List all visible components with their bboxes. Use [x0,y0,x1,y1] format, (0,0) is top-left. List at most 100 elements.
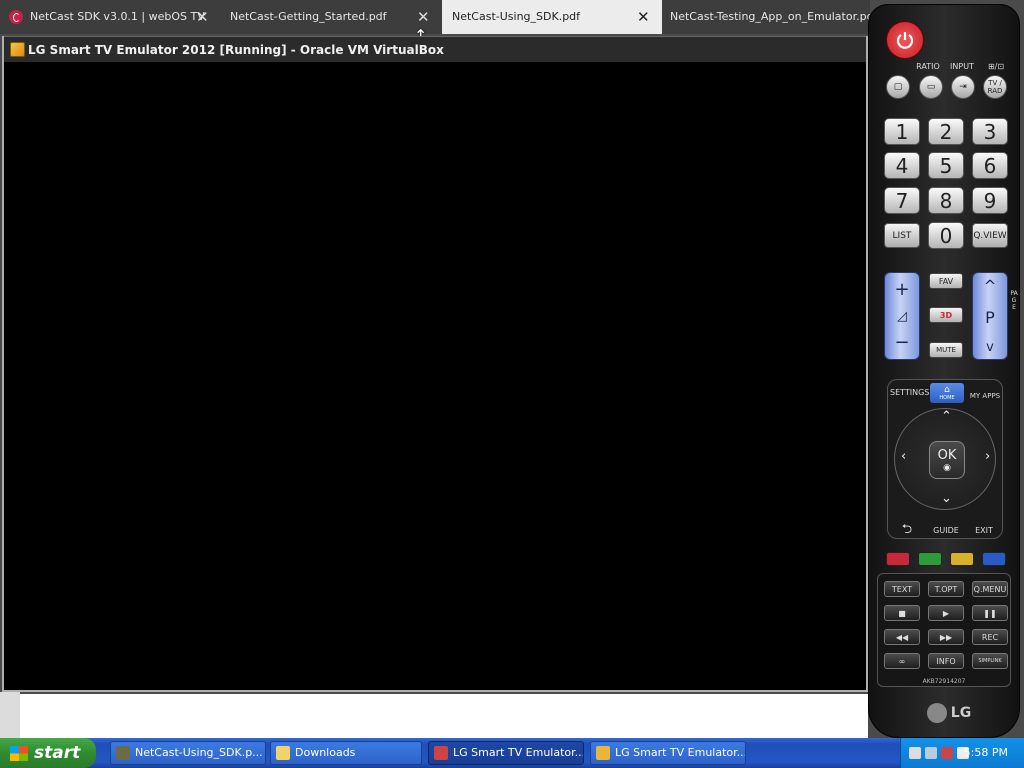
start-label: start [34,743,81,763]
left-strip [0,692,20,738]
down-arrow-icon[interactable]: ⌄ [941,491,952,506]
home-button[interactable]: ⌂ HOME [930,383,964,403]
browser-tab-bar: NetCast SDK v3.0.1 | webOS TV ✕ NetCast-… [0,0,870,34]
ratio-label: RATIO [916,62,940,71]
lg-logo: LG [919,701,979,725]
task-netcast-pdf[interactable]: NetCast-Using_SDK.p... [110,741,266,765]
num-6-button[interactable]: 6 [972,152,1008,179]
stop-button[interactable]: ■ [884,605,920,621]
tv-screen[interactable] [4,62,866,690]
red-button[interactable] [886,552,910,566]
start-button[interactable]: start [0,738,96,768]
keyboard-icon[interactable] [909,747,921,759]
input-label: INPUT [950,62,974,71]
task-lg-emulator-2[interactable]: LG Smart TV Emulator... [590,741,746,765]
tab-netcast-sdk[interactable]: NetCast SDK v3.0.1 | webOS TV ✕ [0,0,218,34]
num-3-button[interactable]: 3 [972,118,1008,145]
list-button[interactable]: LIST [884,223,920,248]
tab-getting-started[interactable]: NetCast-Getting_Started.pdf ✕ [220,0,440,34]
tray-arrow-icon[interactable] [925,747,937,759]
virtualbox-window[interactable]: LG Smart TV Emulator 2012 [Running] - Or… [2,36,868,692]
num-7-button[interactable]: 7 [884,187,920,214]
green-button[interactable] [918,552,942,566]
task-lg-emulator-1[interactable]: LG Smart TV Emulator... [428,741,584,765]
white-area [20,694,868,738]
settings-button[interactable]: SETTINGS [890,388,929,397]
tab-close-icon[interactable]: ✕ [637,0,650,34]
rec-button[interactable]: REC [972,629,1008,645]
lg-brand-label: LG [950,705,972,721]
tab-title: NetCast-Getting_Started.pdf [230,10,387,23]
tab-title: NetCast-Using_SDK.pdf [452,10,581,23]
input-button[interactable]: ⇥ [951,75,975,99]
blue-button[interactable] [982,552,1006,566]
simplink-button[interactable]: ∞ [884,653,920,669]
num-2-button[interactable]: 2 [928,118,964,145]
channel-down-icon[interactable]: v [986,340,994,355]
model-number: AKB72914207 [922,678,966,685]
av-mode-button[interactable]: ▢ [886,75,910,99]
qmenu-button[interactable]: Q.MENU [972,581,1008,597]
fav-button[interactable]: FAV [929,273,963,289]
lg-tray-icon[interactable] [941,747,953,759]
myapps-button[interactable]: MY APPS [968,392,1002,400]
lg-emulator-icon [434,746,448,760]
pause-button[interactable]: ❚❚ [972,605,1008,621]
windows-flag-icon [10,746,28,761]
taskbar: start NetCast-Using_SDK.p... Downloads L… [0,738,1024,768]
lg-logo-icon [926,703,947,723]
ok-label: OK [937,447,957,463]
left-arrow-icon[interactable]: ‹ [901,449,906,464]
task-downloads[interactable]: Downloads [270,741,422,765]
pdf-viewer-icon [116,746,130,760]
ok-button[interactable]: OK ◉ [929,441,965,479]
page-label: PAGE [1010,290,1018,311]
tab-using-sdk[interactable]: NetCast-Using_SDK.pdf ✕ [442,0,662,34]
guide-button[interactable]: GUIDE [928,526,964,535]
mute-button[interactable]: MUTE [929,342,963,358]
exit-button[interactable]: EXIT [968,526,1000,535]
channel-label: P [985,308,995,327]
num-0-button[interactable]: 0 [928,222,964,249]
num-8-button[interactable]: 8 [928,187,964,214]
channel-up-icon[interactable]: ^ [984,277,997,295]
simplink-label-button[interactable]: SIMPLINK [972,653,1008,669]
power-icon [896,32,914,49]
play-button[interactable]: ▶ [928,605,964,621]
tv-remote: RATIO INPUT ⊞/⊡ ▢ ▭ ⇥ TV / RAD 1 2 3 4 5… [868,4,1020,738]
num-9-button[interactable]: 9 [972,187,1008,214]
qview-button[interactable]: Q.VIEW [972,223,1008,248]
tab-title: NetCast-Testing_App_on_Emulator.pdf [670,10,870,23]
direction-disc[interactable]: ⌃ ⌄ ‹ › OK ◉ [894,408,996,510]
num-1-button[interactable]: 1 [884,118,920,145]
task-label: LG Smart TV Emulator... [453,746,584,759]
virtualbox-task-icon [596,746,610,760]
channel-rocker[interactable]: ^ P v [972,272,1008,360]
power-button[interactable] [886,21,924,59]
up-arrow-icon[interactable]: ⌃ [941,409,952,424]
navigation-pad: SETTINGS ⌂ HOME MY APPS ⌃ ⌄ ‹ › OK ◉ ⮌ G… [887,379,1003,539]
folder-icon [276,746,290,760]
back-button[interactable]: ⮌ [894,520,920,542]
num-5-button[interactable]: 5 [928,152,964,179]
ratio-button[interactable]: ▭ [919,75,943,99]
volume-icon: ◿ [897,308,907,324]
topt-button[interactable]: T.OPT [928,581,964,597]
volume-down-icon[interactable]: − [894,332,909,353]
right-arrow-icon[interactable]: › [985,449,990,464]
info-button[interactable]: INFO [928,653,964,669]
tab-testing-app[interactable]: NetCast-Testing_App_on_Emulator.pdf [664,0,870,34]
volume-rocker[interactable]: + ◿ − [884,272,920,360]
yellow-button[interactable] [950,552,974,566]
fast-forward-button[interactable]: ▶▶ [928,629,964,645]
system-tray: 5:58 PM [900,738,1024,768]
tab-close-icon[interactable]: ✕ [196,0,209,34]
3d-button[interactable]: 3D [929,307,963,323]
rewind-button[interactable]: ◀◀ [884,629,920,645]
window-titlebar[interactable]: LG Smart TV Emulator 2012 [Running] - Or… [4,36,866,62]
text-button[interactable]: TEXT [884,581,920,597]
home-icon: ⌂ [944,384,950,395]
volume-up-icon[interactable]: + [894,279,909,300]
num-4-button[interactable]: 4 [884,152,920,179]
tv-rad-button[interactable]: TV / RAD [983,75,1007,99]
